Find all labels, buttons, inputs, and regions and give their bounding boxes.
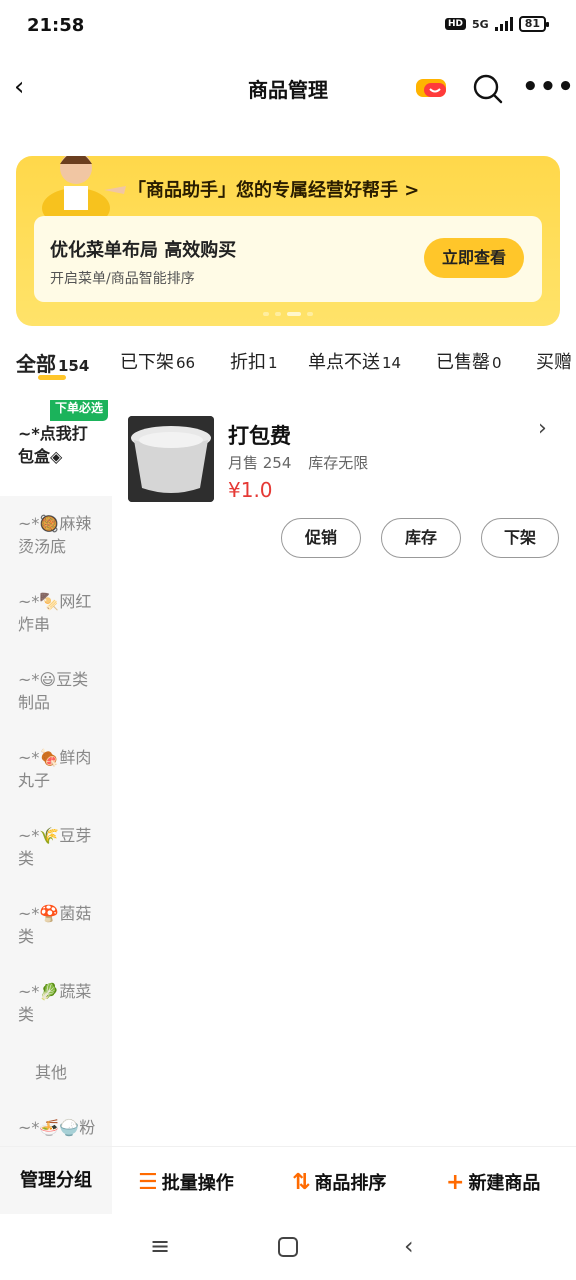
promotion-button[interactable]: 促销: [281, 518, 361, 558]
sidebar-item-vegetables[interactable]: ~*🥬蔬菜类: [0, 980, 112, 1026]
sidebar-item-other[interactable]: 其他: [0, 1061, 112, 1084]
manage-groups-button[interactable]: 管理分组: [0, 1147, 112, 1215]
sidebar-item-meatballs[interactable]: ~*🍖鲜肉丸子: [0, 746, 112, 792]
banner-card-title: 优化菜单布局 高效购买: [50, 240, 237, 261]
assistant-banner[interactable]: 「商品助手」您的专属经营好帮手 > 优化菜单布局 高效购买 开启菜单/商品智能排…: [16, 156, 560, 326]
carousel-dots: [16, 312, 560, 316]
back-nav-icon[interactable]: ‹: [404, 1232, 414, 1260]
product-actions: 促销 库存 下架: [0, 518, 576, 560]
sidebar-item-mushrooms[interactable]: ~*🍄菌菇类: [0, 902, 112, 948]
required-badge: 下单必选: [50, 400, 109, 421]
sidebar-item-bean-products[interactable]: ~*😃豆类制品: [0, 668, 112, 714]
product-sort-button[interactable]: ⇅ 商品排序: [292, 1169, 386, 1195]
bottom-action-bar: 管理分组 ☰ 批量操作 ⇅ 商品排序 + 新建商品: [0, 1146, 576, 1215]
banner-card[interactable]: 优化菜单布局 高效购买 开启菜单/商品智能排序 立即查看: [34, 216, 542, 302]
signal-icon: [494, 17, 513, 31]
status-icons: HD 5G 81: [444, 16, 550, 32]
product-name: 打包费: [228, 424, 291, 448]
category-tabs: 全部 154 已下架 66 折扣 1 单点不送 14 已售罄 0 买赠: [0, 340, 576, 392]
clock: 21:58: [27, 15, 85, 36]
top-nav: ‹ 商品管理 •••: [0, 58, 576, 120]
stock-button[interactable]: 库存: [381, 518, 461, 558]
mascot-figure-icon: [42, 156, 126, 220]
list-icon: ☰: [138, 1169, 158, 1195]
delist-button[interactable]: 下架: [481, 518, 559, 558]
active-tab-indicator: [38, 375, 66, 380]
tab-not-delivered-alone[interactable]: 单点不送 14: [308, 348, 401, 374]
product-meta: 月售 254 库存无限: [228, 452, 368, 473]
tab-gift[interactable]: 买赠: [536, 348, 574, 374]
banner-card-subtitle: 开启菜单/商品智能排序: [50, 271, 195, 287]
sidebar-item-packaging[interactable]: 下单必选 ~*点我打包盒◈: [0, 400, 112, 496]
chevron-right-icon[interactable]: ›: [538, 416, 547, 441]
product-image: [128, 416, 214, 502]
product-sales: 月售 254: [228, 454, 292, 472]
sort-icon: ⇅: [292, 1169, 311, 1195]
product-stock: 库存无限: [308, 454, 369, 472]
batch-operation-label: 批量操作: [161, 1173, 234, 1194]
view-now-button[interactable]: 立即查看: [424, 238, 524, 278]
hd-icon: HD: [444, 18, 466, 30]
product-price: ¥1.0: [228, 478, 273, 502]
network-label: 5G: [472, 17, 489, 31]
sidebar-item-skewers[interactable]: ~*🍢网红炸串: [0, 590, 112, 636]
batch-operation-button[interactable]: ☰ 批量操作: [138, 1169, 234, 1195]
group-sidebar: 下单必选 ~*点我打包盒◈ ~*🥘麻辣烫汤底 ~*🍢网红炸串 ~*😃豆类制品 ~…: [0, 400, 112, 1146]
product-row[interactable]: 打包费 月售 254 库存无限 ¥1.0 ›: [128, 416, 568, 506]
tab-sold-out[interactable]: 已售罄 0: [436, 348, 502, 374]
new-product-button[interactable]: + 新建商品: [446, 1169, 540, 1195]
tab-all[interactable]: 全部 154: [16, 348, 89, 377]
new-product-label: 新建商品: [468, 1173, 541, 1194]
home-icon[interactable]: [277, 1236, 299, 1258]
plus-icon: +: [446, 1169, 465, 1195]
menu-icon[interactable]: ≡: [150, 1232, 170, 1260]
battery-icon: 81: [518, 16, 550, 32]
product-sort-label: 商品排序: [314, 1173, 387, 1194]
banner-headline: 「商品助手」您的专属经营好帮手 >: [128, 180, 420, 201]
sidebar-item-bean-sprouts[interactable]: ~*🌾豆芽类: [0, 824, 112, 870]
system-nav-bar: ≡ ‹: [0, 1214, 576, 1280]
search-icon[interactable]: [472, 73, 504, 105]
status-bar: 21:58 HD 5G 81: [0, 0, 576, 52]
tab-delisted[interactable]: 已下架 66: [120, 348, 195, 374]
more-icon[interactable]: •••: [522, 72, 575, 102]
sidebar-item-label: ~*点我打包盒◈: [18, 424, 88, 466]
sidebar-item-noodles[interactable]: ~*🍜🍚粉: [0, 1116, 112, 1139]
mascot-icon[interactable]: [414, 76, 448, 100]
tab-discount[interactable]: 折扣 1: [230, 348, 278, 374]
